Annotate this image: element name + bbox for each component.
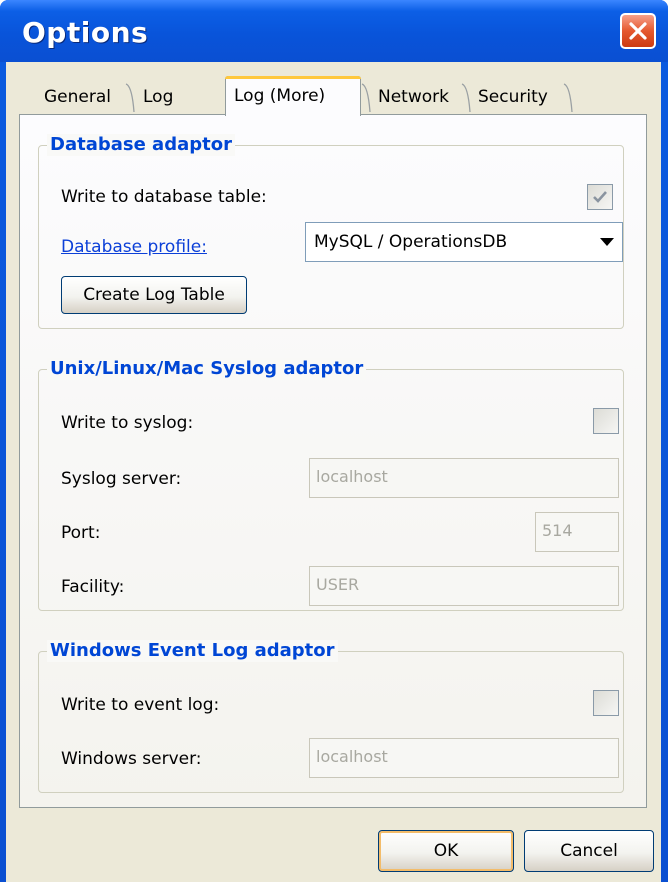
syslog-legend: Unix/Linux/Mac Syslog adaptor bbox=[47, 358, 367, 380]
database-profile-select[interactable]: MySQL / OperationsDB bbox=[305, 222, 623, 262]
dialog-body: General Log Log (More) Network Security … bbox=[6, 62, 661, 882]
tab-label: Security bbox=[478, 87, 548, 107]
database-legend: Database adaptor bbox=[47, 134, 235, 156]
tab-label: General bbox=[44, 87, 111, 107]
tab-network[interactable]: Network bbox=[370, 80, 457, 114]
tab-label: Network bbox=[378, 87, 449, 107]
syslog-server-label: Syslog server: bbox=[61, 469, 182, 489]
database-group: Database adaptor Write to database table… bbox=[38, 134, 624, 329]
windows-server-input[interactable]: localhost bbox=[309, 738, 619, 778]
write-syslog-label: Write to syslog: bbox=[61, 413, 194, 433]
checkmark-icon bbox=[593, 191, 607, 203]
port-label: Port: bbox=[61, 523, 101, 543]
tab-log[interactable]: Log bbox=[135, 80, 181, 114]
window-title: Options bbox=[22, 16, 149, 49]
tab-general[interactable]: General bbox=[36, 80, 119, 114]
database-profile-link[interactable]: Database profile: bbox=[61, 236, 207, 258]
facility-label: Facility: bbox=[61, 577, 125, 597]
database-profile-value: MySQL / OperationsDB bbox=[314, 232, 508, 252]
syslog-group: Unix/Linux/Mac Syslog adaptor Write to s… bbox=[38, 358, 624, 611]
syslog-server-input[interactable]: localhost bbox=[309, 458, 619, 498]
tab-divider bbox=[563, 83, 573, 113]
port-input[interactable]: 514 bbox=[535, 512, 619, 552]
write-database-label: Write to database table: bbox=[61, 187, 267, 207]
write-database-checkbox[interactable] bbox=[587, 184, 613, 210]
tab-log-more[interactable]: Log (More) bbox=[225, 76, 361, 116]
dropdown-arrow-icon[interactable] bbox=[600, 238, 614, 246]
tab-security[interactable]: Security bbox=[470, 80, 556, 114]
write-eventlog-label: Write to event log: bbox=[61, 695, 220, 715]
write-syslog-checkbox[interactable] bbox=[593, 408, 619, 434]
close-icon bbox=[629, 22, 647, 40]
eventlog-group: Windows Event Log adaptor Write to event… bbox=[38, 640, 624, 793]
ok-button[interactable]: OK bbox=[378, 830, 514, 872]
write-eventlog-checkbox[interactable] bbox=[593, 690, 619, 716]
windows-server-label: Windows server: bbox=[61, 749, 202, 769]
tab-panel: Database adaptor Write to database table… bbox=[19, 114, 647, 808]
cancel-button[interactable]: Cancel bbox=[524, 830, 654, 872]
options-dialog: Options General Log Log (More) Network S… bbox=[0, 0, 668, 882]
eventlog-legend: Windows Event Log adaptor bbox=[47, 640, 338, 662]
tab-label: Log bbox=[143, 87, 174, 107]
tab-label: Log (More) bbox=[234, 86, 326, 106]
facility-input[interactable]: USER bbox=[309, 566, 619, 606]
create-log-table-button[interactable]: Create Log Table bbox=[61, 276, 247, 314]
close-button[interactable] bbox=[620, 13, 656, 49]
title-bar[interactable]: Options bbox=[0, 0, 668, 62]
